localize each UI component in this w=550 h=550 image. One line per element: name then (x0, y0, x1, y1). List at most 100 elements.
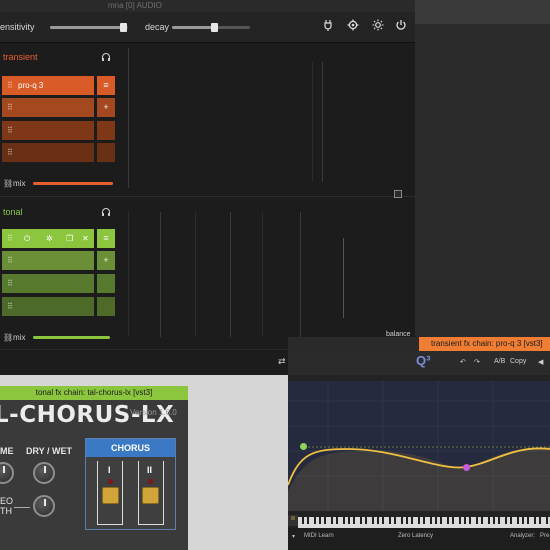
power-icon[interactable] (393, 19, 409, 35)
transient-menu-button[interactable]: ≡ (97, 76, 115, 95)
transient-slot-3-button[interactable] (97, 121, 115, 140)
chorus-two-led (148, 479, 153, 484)
transient-title: transient (3, 52, 38, 62)
eq-band-1-handle[interactable] (300, 443, 307, 450)
decay-slider-thumb[interactable] (211, 23, 218, 32)
link-icon[interactable]: ⛓ (3, 333, 13, 342)
transient-mix-slider[interactable] (33, 182, 113, 185)
drag-handle-icon[interactable]: ⠿ (7, 126, 13, 135)
grid-line (312, 62, 313, 182)
stereo-width-knob[interactable] (33, 495, 55, 517)
analyzer-value[interactable]: Pre (540, 533, 549, 539)
piano-keyboard[interactable] (298, 515, 550, 528)
analyzer-label: Analyzer: (510, 533, 536, 539)
copy-button[interactable]: Copy (510, 358, 526, 365)
tonal-slot-1[interactable]: ⠿ ⏻ ✲ ❐ ✕ (2, 229, 94, 248)
prev-preset-icon[interactable]: ◀ (538, 358, 543, 366)
gear-icon[interactable]: ✲ (46, 234, 53, 243)
drag-handle-icon[interactable]: ⠿ (7, 234, 13, 243)
proq-status-bar: ▾ MIDI Learn Zero Latency Analyzer: Pre (288, 528, 550, 550)
ab-button[interactable]: A/B (494, 358, 505, 365)
midi-learn-button[interactable]: MIDI Learn (304, 533, 334, 539)
tonal-add-button[interactable]: + (97, 251, 115, 270)
tonal-fx-header[interactable]: tonal fx chain: tal-chorus-lx [vst3] (0, 386, 188, 400)
routing-icon[interactable]: ⇄ (278, 356, 286, 367)
piano-toggle-icon[interactable]: ıı (288, 515, 298, 526)
grid-line (262, 212, 263, 337)
sun-icon[interactable] (370, 19, 386, 35)
background-window (415, 0, 550, 337)
transient-slot-4-button[interactable] (97, 143, 115, 162)
plug-icon[interactable] (320, 19, 336, 35)
transient-add-button[interactable]: + (97, 98, 115, 117)
tonal-mix-label: mix (13, 333, 26, 342)
tonal-mix-slider[interactable] (33, 336, 110, 339)
tonal-title: tonal (3, 207, 23, 217)
drag-handle-icon[interactable]: ⠿ (7, 256, 13, 265)
headphones-icon[interactable] (101, 52, 111, 64)
sensitivity-label: ensitivity (0, 22, 35, 32)
copy-icon[interactable]: ❐ (66, 234, 73, 243)
power-icon[interactable]: ⏻ (24, 234, 30, 244)
balance-handle[interactable] (394, 190, 402, 198)
transient-slot-4[interactable]: ⠿ (2, 143, 94, 162)
plugin-version: Version 1.6.0 (130, 408, 177, 417)
chorus-one-button[interactable] (102, 487, 119, 504)
close-icon[interactable]: ✕ (82, 234, 89, 243)
tonal-slot-4[interactable]: ⠿ (2, 297, 94, 316)
proq-window: transient fx chain: pro-q 3 [vst3] ↶ ↷ A… (288, 337, 550, 550)
chorus-one-label: I (108, 465, 111, 475)
top-bar: ensitivity decay (0, 12, 415, 43)
volume-label: ME (0, 446, 14, 456)
redo-icon[interactable]: ↷ (474, 358, 480, 366)
grid-line (128, 48, 129, 188)
volume-knob[interactable] (0, 462, 14, 484)
dropdown-icon[interactable]: ▾ (292, 533, 295, 540)
drag-handle-icon[interactable]: ⠿ (7, 103, 13, 112)
undo-icon[interactable]: ↶ (460, 358, 466, 366)
section-divider (0, 196, 415, 197)
chorus-one-led (108, 479, 113, 484)
proq-logo: Q³ (416, 353, 431, 368)
main-plugin-window: mna [0] AUDIO ensitivity decay transient (0, 0, 415, 375)
chorus-panel: CHORUS I II (85, 438, 176, 530)
transient-slot-2[interactable]: ⠿ (2, 98, 94, 117)
proq-fx-header[interactable]: transient fx chain: pro-q 3 [vst3] (419, 337, 550, 351)
gear-icon[interactable] (345, 19, 361, 35)
sensitivity-slider[interactable] (50, 23, 128, 32)
chorus-two-button[interactable] (142, 487, 159, 504)
transient-slot-3[interactable]: ⠿ (2, 121, 94, 140)
tonal-slot-2[interactable]: ⠿ (2, 251, 94, 270)
sensitivity-slider-thumb[interactable] (120, 23, 127, 32)
stereo-width-label: EO (0, 496, 14, 506)
tonal-slot-3[interactable]: ⠿ (2, 274, 94, 293)
link-icon[interactable]: ⛓ (3, 179, 13, 188)
zero-latency-button[interactable]: Zero Latency (398, 533, 433, 539)
tonal-menu-button[interactable]: ≡ (97, 229, 115, 248)
drag-handle-icon[interactable]: ⠿ (7, 81, 13, 90)
window-titlebar[interactable]: mna [0] AUDIO (0, 0, 415, 12)
grid-line (160, 212, 161, 337)
grid-line (230, 212, 231, 337)
chorus-two-label: II (147, 465, 153, 475)
transient-slot-1-label: pro-q 3 (18, 81, 44, 90)
drag-handle-icon[interactable]: ⠿ (7, 148, 13, 157)
window-title: mna [0] AUDIO (108, 1, 162, 10)
decay-label: decay (145, 22, 170, 32)
decay-slider[interactable] (172, 23, 250, 32)
dry-wet-label: DRY / WET (26, 446, 73, 456)
transient-mix-label: mix (13, 179, 26, 188)
chorus-title: CHORUS (86, 439, 175, 457)
drag-handle-icon[interactable]: ⠿ (7, 279, 13, 288)
grid-line (195, 212, 196, 337)
headphones-icon[interactable] (101, 207, 111, 219)
transient-slot-1[interactable]: ⠿ pro-q 3 (2, 76, 94, 95)
eq-band-2-handle[interactable] (463, 464, 470, 471)
eq-display[interactable] (288, 381, 550, 511)
drag-handle-icon[interactable]: ⠿ (7, 302, 13, 311)
tonal-slot-4-button[interactable] (97, 297, 115, 316)
tonal-slot-3-button[interactable] (97, 274, 115, 293)
grid-line (343, 238, 344, 318)
grid-line (322, 62, 323, 182)
dry-wet-knob[interactable] (33, 462, 55, 484)
